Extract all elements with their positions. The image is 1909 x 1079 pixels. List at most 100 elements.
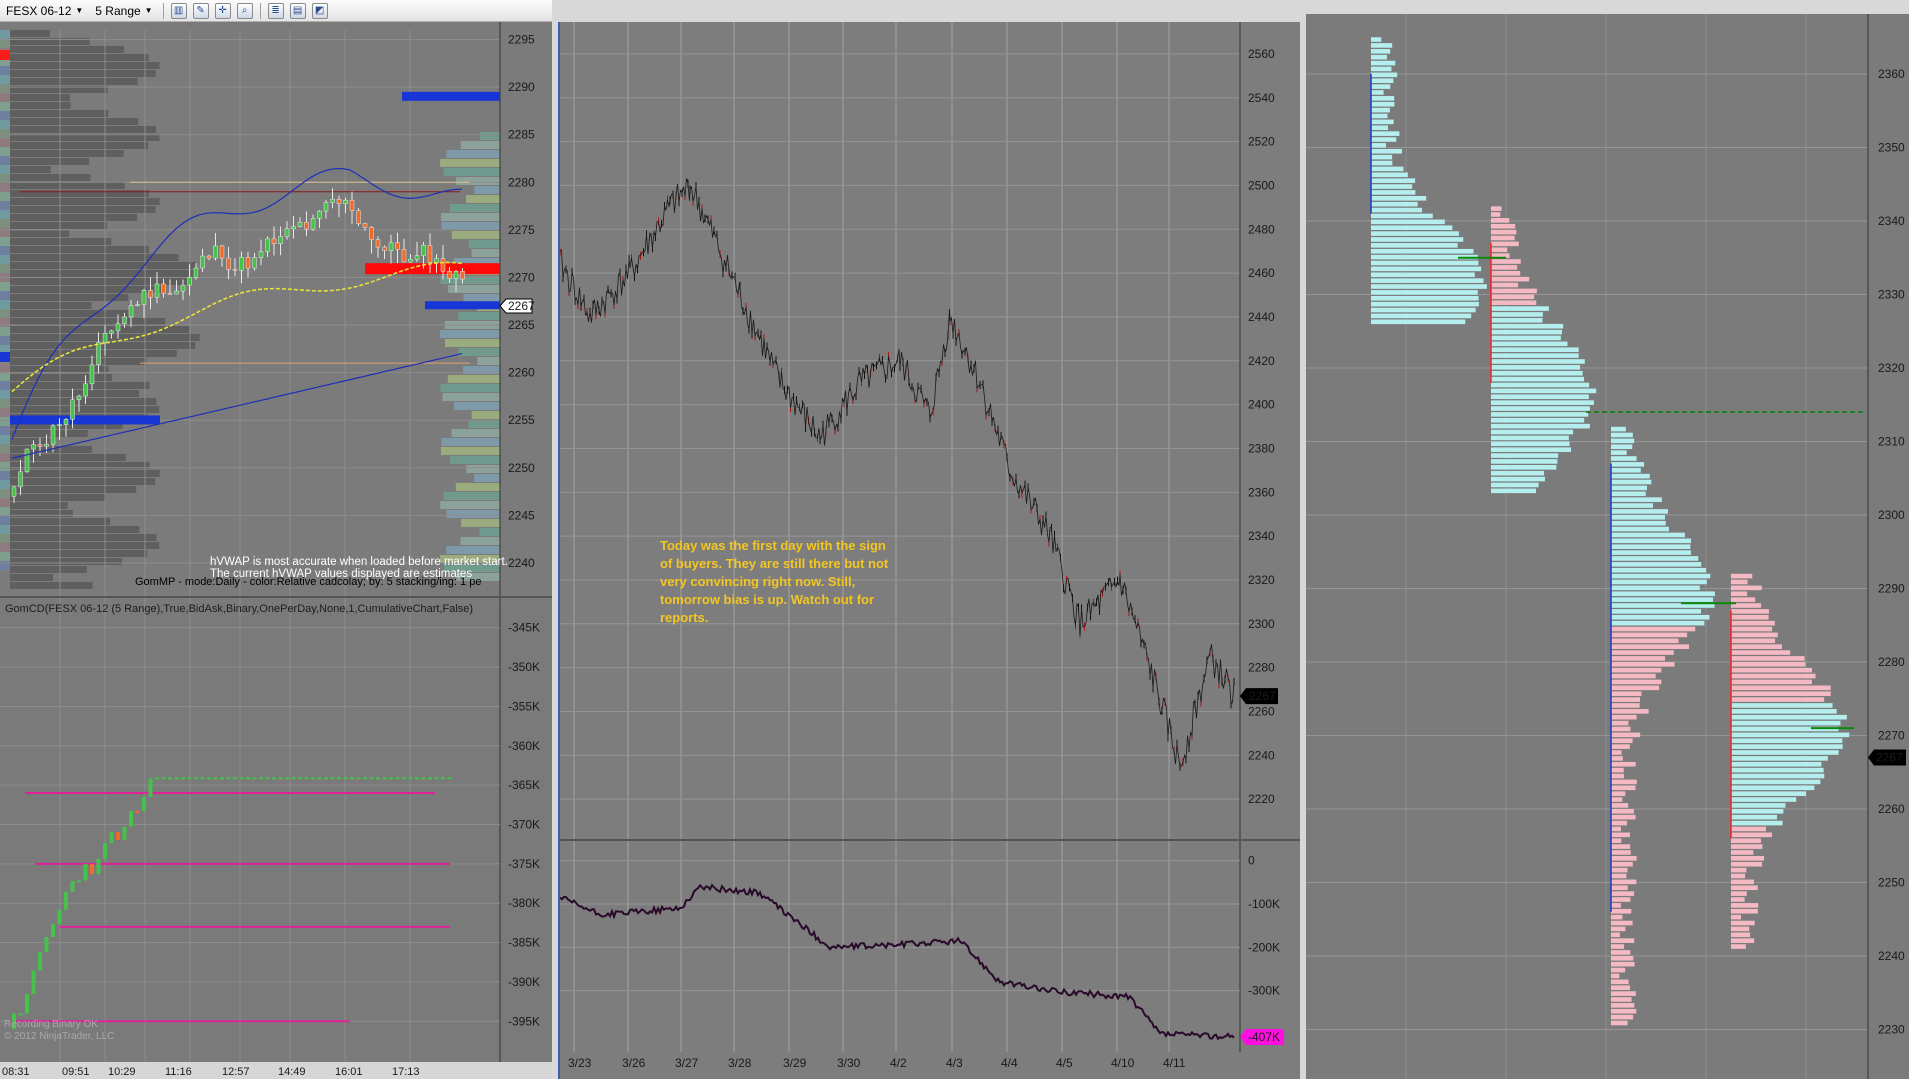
- tpo-row: [1611, 879, 1637, 885]
- delta-candle: [44, 937, 49, 953]
- tpo-row: [1611, 1020, 1628, 1026]
- heat-strip-cell: [0, 390, 10, 399]
- delta-candle: [311, 777, 315, 780]
- tpo-row: [1611, 679, 1662, 685]
- candle-body: [11, 486, 17, 497]
- candle-body: [453, 271, 459, 279]
- candle-body: [395, 242, 400, 250]
- candle-body: [135, 304, 140, 307]
- tpo-row: [1611, 509, 1668, 514]
- date-axis-label: 3/29: [783, 1056, 807, 1070]
- market-profile-canvas: 2360 2350 2340 2330 2320 2310 2300 2290 2280 2270…: [1306, 14, 1909, 1079]
- volume-profile-bar: [10, 214, 138, 221]
- candle-body: [330, 198, 335, 203]
- tpo-row: [1611, 456, 1637, 461]
- crosshair-icon[interactable]: ✛: [214, 2, 231, 19]
- time-axis-label: 17:13: [392, 1066, 420, 1078]
- tpo-row: [1611, 732, 1641, 738]
- heat-strip-cell: [0, 426, 10, 435]
- volume-profile-bar: [10, 406, 160, 413]
- indicator-axis-label: -345K: [508, 621, 540, 635]
- candle-body: [245, 257, 251, 269]
- volume-profile-bar: [10, 166, 51, 173]
- tpo-row: [1611, 767, 1624, 773]
- zoom-icon[interactable]: ⌕: [236, 2, 253, 19]
- tpo-row: [1731, 873, 1746, 879]
- volume-profile-bar: [10, 494, 106, 501]
- tpo-row: [1491, 312, 1543, 317]
- pencil-icon[interactable]: ✎: [192, 2, 209, 19]
- tpo-row: [1611, 820, 1627, 826]
- delta-candle: [246, 777, 250, 780]
- copyright-watermark: © 2012 NinjaTrader, LLC: [4, 1031, 115, 1042]
- tpo-row: [1371, 148, 1402, 154]
- price-axis-label: 2295: [508, 33, 535, 47]
- tpo-row: [1731, 826, 1766, 832]
- heat-strip-cell: [0, 165, 10, 174]
- heat-strip-cell: [0, 156, 10, 165]
- delta-candle: [194, 777, 198, 780]
- market-profile-panel[interactable]: 2360 2350 2340 2330 2320 2310 2300 2290 2280 2270…: [1306, 14, 1909, 1079]
- tpo-row: [1731, 597, 1756, 602]
- date-axis-label: 3/30: [837, 1056, 861, 1070]
- tpo-row: [1611, 526, 1669, 532]
- tpo-row: [1731, 679, 1812, 685]
- candle-body: [408, 259, 413, 263]
- tpo-row: [1611, 556, 1699, 561]
- tpo-row: [1611, 579, 1707, 585]
- volume-profile-bar: [10, 30, 50, 37]
- tpo-row: [1731, 903, 1759, 908]
- price-axis-label: 2560: [1248, 47, 1275, 61]
- volume-profile-bar: [10, 374, 113, 381]
- price-axis-label: 2240: [1248, 748, 1275, 762]
- delta-candle: [77, 880, 81, 883]
- indicator-label: GomCD(FESX 06-12 (5 Range),True,BidAsk,B…: [5, 603, 474, 615]
- data-box-icon[interactable]: ▤: [289, 2, 306, 19]
- price-axis-label: 2285: [508, 128, 535, 142]
- bar-chart-icon[interactable]: ▥: [170, 2, 187, 19]
- candle-body: [284, 228, 290, 237]
- volume-profile-bar: [10, 286, 164, 293]
- tpo-row: [1491, 370, 1583, 376]
- delta-candle: [31, 970, 36, 995]
- candle-body: [174, 290, 179, 295]
- heat-strip-cell: [0, 282, 10, 291]
- intraday-chart-panel[interactable]: 2295 2290 2285 2280 2275 2270 2265 2260 2255 2250…: [0, 22, 552, 1079]
- heat-strip-cell: [0, 174, 10, 183]
- properties-icon[interactable]: ≣: [267, 2, 284, 19]
- tpo-row: [1491, 470, 1545, 476]
- tpo-row: [1731, 767, 1824, 773]
- tpo-row: [1371, 237, 1464, 242]
- session-profile-bar: [440, 384, 500, 392]
- tpo-row: [1371, 272, 1475, 278]
- delta-candle: [434, 777, 439, 780]
- tpo-row: [1371, 196, 1427, 201]
- indicator-icon[interactable]: ◩: [311, 2, 328, 19]
- tpo-row: [1611, 714, 1637, 720]
- tpo-row: [1371, 90, 1384, 95]
- time-axis-label: 11:16: [165, 1066, 192, 1078]
- price-axis-label: 2340: [1248, 529, 1275, 543]
- tpo-row: [1491, 288, 1537, 294]
- tpo-row: [1611, 520, 1666, 526]
- delta-candle: [389, 777, 393, 780]
- last-price-label: 2267: [508, 299, 535, 313]
- instrument-selector[interactable]: FESX 06-12 ▼: [0, 1, 89, 21]
- price-axis-label: 2250: [1878, 876, 1905, 890]
- candle-body: [154, 283, 160, 298]
- date-axis-label: 4/4: [1001, 1056, 1018, 1070]
- tpo-row: [1731, 709, 1837, 714]
- price-axis-label: 2360: [1878, 67, 1905, 81]
- interval-selector[interactable]: 5 Range ▼: [89, 1, 158, 21]
- session-profile-bar: [449, 204, 500, 212]
- date-axis-label: 3/28: [728, 1056, 752, 1070]
- tpo-row: [1371, 107, 1390, 113]
- delta-candle: [83, 863, 88, 881]
- hvwap-message-line1: hVWAP is most accurate when loaded befor…: [210, 556, 508, 568]
- price-axis-label: 2265: [508, 318, 535, 332]
- candle-body: [440, 258, 446, 272]
- volume-profile-bar: [10, 510, 73, 517]
- delta-candle: [233, 777, 237, 780]
- heat-strip-cell: [0, 399, 10, 408]
- session-profile-bar: [442, 393, 500, 401]
